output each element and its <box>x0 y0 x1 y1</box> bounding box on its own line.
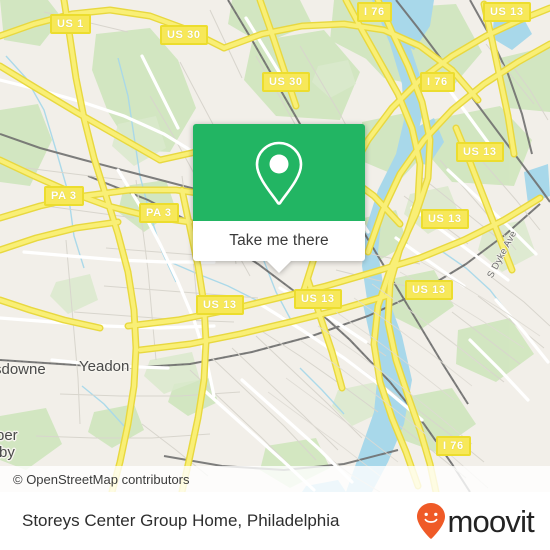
place-label: per <box>0 427 18 444</box>
highway-shield: I 76 <box>436 436 471 456</box>
moovit-smiley-pin-icon <box>417 503 446 539</box>
highway-shield: I 76 <box>420 72 455 92</box>
place-label: Yeadon <box>79 358 130 375</box>
take-me-there-button[interactable]: Take me there <box>193 221 365 261</box>
map-canvas[interactable]: US 1 US 30 I 76 US 13 US 30 I 76 US 13 PA 3 PA 3… <box>0 0 550 492</box>
location-title: Storeys Center Group Home, Philadelphia <box>22 511 340 530</box>
attribution-bar: © OpenStreetMap contributors <box>0 466 550 492</box>
take-me-there-label: Take me there <box>229 232 329 249</box>
highway-shield: US 30 <box>160 25 208 45</box>
popup-pointer-tail <box>267 261 291 273</box>
highway-shield: US 13 <box>456 142 504 162</box>
highway-shield: I 76 <box>357 2 392 22</box>
moovit-wordmark: moovit <box>447 503 534 539</box>
footer-bar: Storeys Center Group Home, Philadelphia … <box>0 492 550 550</box>
osm-attribution-text[interactable]: © OpenStreetMap contributors <box>0 472 190 487</box>
moovit-logo[interactable]: moovit <box>416 502 550 540</box>
place-label: rby <box>0 444 15 461</box>
highway-shield: US 13 <box>405 280 453 300</box>
map-pin-icon <box>255 141 303 205</box>
location-popup-card[interactable]: Take me there <box>193 124 365 273</box>
place-label: sdowne <box>0 361 46 378</box>
highway-shield: PA 3 <box>139 203 179 223</box>
highway-shield: US 13 <box>196 295 244 315</box>
map-page: US 1 US 30 I 76 US 13 US 30 I 76 US 13 PA 3 PA 3… <box>0 0 550 550</box>
highway-shield: US 30 <box>262 72 310 92</box>
highway-shield: US 13 <box>421 209 469 229</box>
highway-shield: PA 3 <box>44 186 84 206</box>
popup-image-panel <box>193 124 365 221</box>
highway-shield: US 1 <box>50 14 91 34</box>
highway-shield: US 13 <box>294 289 342 309</box>
highway-shield: US 13 <box>483 2 531 22</box>
